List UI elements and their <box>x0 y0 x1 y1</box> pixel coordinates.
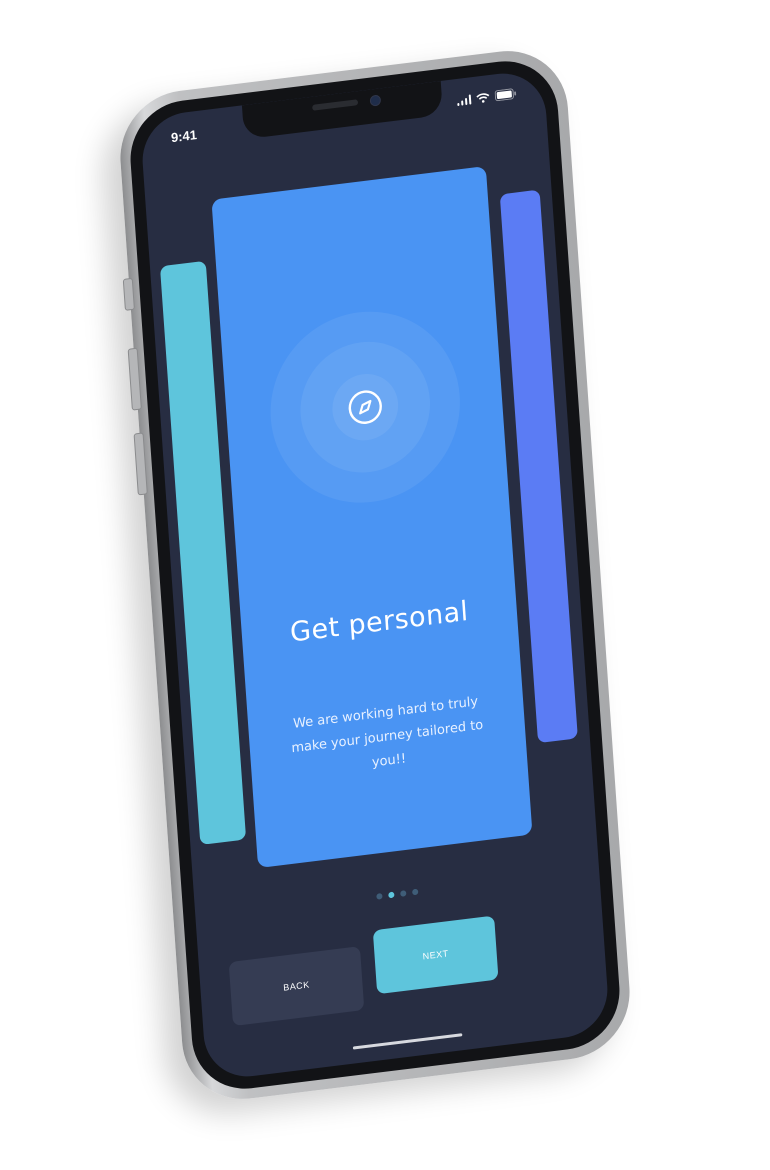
status-icons <box>456 88 517 107</box>
card-title: Get personal <box>289 595 470 649</box>
status-time: 9:41 <box>170 127 198 146</box>
next-button[interactable]: NEXT <box>372 915 499 995</box>
pagination-dot[interactable] <box>412 888 419 896</box>
stage: 9:41 Get personal We are working hard to… <box>0 0 770 1170</box>
pagination-dot-active[interactable] <box>388 891 395 899</box>
cellular-signal-icon <box>456 94 472 107</box>
icon-halo-middle <box>296 334 435 480</box>
back-button[interactable]: BACK <box>228 946 365 1027</box>
pagination-dot[interactable] <box>400 890 407 897</box>
icon-halo-outer <box>264 300 467 514</box>
carousel-card-current: Get personal We are working hard to trul… <box>211 165 533 869</box>
pagination-dot[interactable] <box>376 893 383 900</box>
card-description: We are working hard to truly make your j… <box>290 694 484 771</box>
phone-screen: 9:41 Get personal We are working hard to… <box>139 68 611 1082</box>
phone-mockup: 9:41 Get personal We are working hard to… <box>116 43 634 1107</box>
earpiece-speaker <box>312 99 359 111</box>
wifi-icon <box>476 92 491 104</box>
front-camera <box>369 94 382 107</box>
battery-icon <box>494 88 517 102</box>
compass-icon <box>348 390 382 424</box>
home-indicator[interactable] <box>352 1033 463 1050</box>
side-switch <box>122 277 135 311</box>
icon-halo-inner <box>330 370 401 445</box>
pagination-dots <box>195 866 599 922</box>
